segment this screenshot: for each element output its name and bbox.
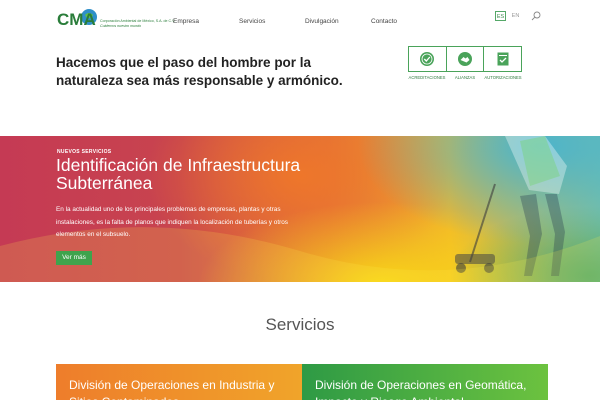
nav-item-contacto[interactable]: Contacto	[371, 18, 397, 25]
hero-banner: NUEVOS SERVICIOS Identificación de Infra…	[0, 136, 600, 282]
badge-group	[408, 46, 522, 72]
logo-subtitle: Corporación Ambiental de México, S.A. de…	[100, 19, 176, 23]
service-card-title: División de Operaciones en Geomática, Im…	[315, 378, 527, 400]
lang-es-button[interactable]: ES	[495, 11, 506, 21]
badge-label-alianzas: ALIANZAS	[454, 75, 476, 80]
service-card-industria[interactable]: División de Operaciones en Industria y S…	[56, 364, 302, 400]
service-card-geomatica[interactable]: División de Operaciones en Geomática, Im…	[302, 364, 548, 400]
nav-item-servicios[interactable]: Servicios	[239, 18, 265, 25]
hero-title: Identificación de Infraestructura Subter…	[56, 155, 301, 193]
logo-slogan: Cuidemos nuestro mundo	[100, 24, 142, 28]
page-tagline: Hacemos que el paso del hombre por la na…	[56, 55, 343, 88]
document-check-icon	[497, 52, 509, 66]
badge-label-autorizaciones: AUTORIZACIONES	[484, 75, 522, 80]
hero-body: En la actualidad uno de los principales …	[56, 206, 288, 238]
nav-item-divulgacion[interactable]: Divulgación	[305, 18, 339, 25]
site-header: CMA Corporación Ambiental de México, S.A…	[0, 0, 600, 44]
badge-label-acreditaciones: ACREDITACIONES	[408, 75, 446, 80]
handshake-icon	[458, 52, 472, 66]
lang-en-button[interactable]: EN	[510, 11, 521, 21]
ver-mas-button[interactable]: Ver más	[56, 251, 92, 265]
nav-item-empresa[interactable]: Empresa	[173, 18, 199, 25]
services-heading: Servicios	[265, 315, 335, 334]
logo-mark-icon: CMA	[57, 9, 97, 29]
search-icon[interactable]	[531, 11, 541, 21]
logo[interactable]: CMA Corporación Ambiental de México, S.A…	[56, 7, 175, 31]
badge-acreditaciones[interactable]	[409, 47, 447, 71]
logo-text: CMA	[57, 10, 96, 29]
badge-autorizaciones[interactable]	[484, 47, 521, 71]
service-card-title: División de Operaciones en Industria y S…	[69, 378, 275, 400]
seal-check-icon	[420, 52, 435, 66]
badge-labels: ACREDITACIONES ALIANZAS AUTORIZACIONES	[408, 75, 522, 80]
badge-alianzas[interactable]	[447, 47, 485, 71]
